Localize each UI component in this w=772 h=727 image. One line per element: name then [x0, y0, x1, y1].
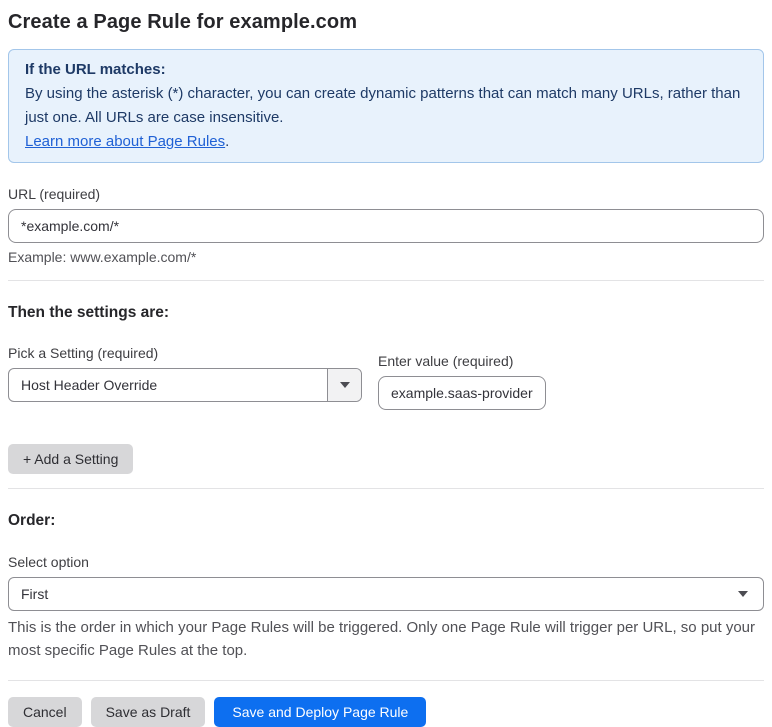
save-deploy-button[interactable]: Save and Deploy Page Rule	[214, 697, 427, 727]
settings-section-heading: Then the settings are:	[8, 304, 170, 321]
chevron-down-icon	[339, 382, 350, 388]
link-suffix: .	[225, 133, 230, 150]
order-select[interactable]: First	[8, 577, 764, 611]
url-field-hint: Example: www.example.com/*	[8, 249, 197, 265]
chevron-down-icon	[738, 591, 748, 597]
setting-select-arrow-button[interactable]	[327, 369, 361, 401]
setting-select-value: Host Header Override	[21, 377, 158, 393]
order-select-label: Select option	[8, 554, 89, 570]
setting-select[interactable]: Host Header Override	[8, 368, 362, 402]
divider	[8, 488, 764, 489]
order-section-heading: Order:	[8, 512, 56, 529]
url-matches-info-box: If the URL matches: By using the asteris…	[8, 49, 764, 163]
footer-actions: Cancel Save as Draft Save and Deploy Pag…	[8, 697, 764, 727]
pick-setting-field: Pick a Setting (required) Host Header Ov…	[8, 345, 362, 402]
info-box-body: By using the asterisk (*) character, you…	[25, 85, 741, 126]
order-select-value: First	[21, 586, 49, 602]
info-box-heading: If the URL matches:	[25, 61, 166, 78]
url-input[interactable]	[8, 209, 764, 243]
pick-setting-label: Pick a Setting (required)	[8, 345, 159, 361]
add-setting-button[interactable]: + Add a Setting	[8, 444, 134, 474]
enter-value-field: Enter value (required)	[378, 353, 546, 410]
setting-value-input[interactable]	[378, 376, 546, 410]
save-draft-button[interactable]: Save as Draft	[90, 697, 206, 727]
info-box-link-line: Learn more about Page Rules.	[25, 130, 747, 154]
divider	[8, 280, 764, 281]
page-title: Create a Page Rule for example.com	[8, 11, 358, 33]
order-help-text: This is the order in which your Page Rul…	[8, 619, 756, 659]
divider	[8, 680, 764, 681]
cancel-button[interactable]: Cancel	[8, 697, 82, 727]
enter-value-label: Enter value (required)	[378, 353, 514, 369]
settings-row: Pick a Setting (required) Host Header Ov…	[8, 345, 764, 410]
url-field-label: URL (required)	[8, 186, 101, 202]
learn-more-link[interactable]: Learn more about Page Rules	[25, 133, 225, 150]
